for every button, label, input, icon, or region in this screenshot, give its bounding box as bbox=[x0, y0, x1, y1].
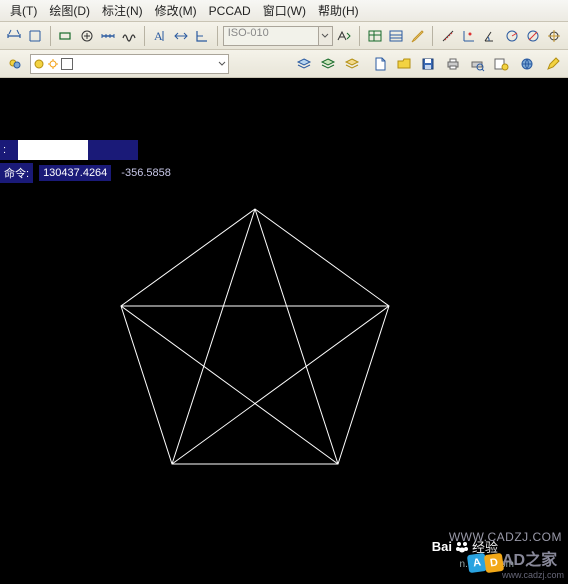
layer-stack3-icon[interactable] bbox=[341, 53, 363, 75]
badge-d-icon: D bbox=[484, 553, 504, 573]
dimstyle-select[interactable]: ISO-010 bbox=[223, 26, 333, 46]
layer-stack1-icon[interactable] bbox=[293, 53, 315, 75]
callout-icon[interactable] bbox=[408, 25, 427, 47]
drawing-content bbox=[0, 78, 568, 584]
menu-window[interactable]: 窗口(W) bbox=[257, 0, 312, 21]
menu-tools[interactable]: 具(T) bbox=[4, 0, 43, 21]
layer-sun-icon bbox=[47, 58, 59, 70]
dim-continue-icon[interactable] bbox=[98, 25, 117, 47]
table-green-icon[interactable] bbox=[365, 25, 384, 47]
dim-wave-icon[interactable] bbox=[120, 25, 139, 47]
dim-circle-plus-icon[interactable] bbox=[77, 25, 96, 47]
menu-help[interactable]: 帮助(H) bbox=[312, 0, 365, 21]
menu-pccad[interactable]: PCCAD bbox=[203, 2, 257, 20]
dim-diameter-icon[interactable] bbox=[523, 25, 542, 47]
new-file-icon[interactable] bbox=[369, 53, 391, 75]
layer-file-toolbar bbox=[0, 50, 568, 78]
menu-draw[interactable]: 绘图(D) bbox=[43, 0, 96, 21]
dim-linear-icon[interactable] bbox=[4, 25, 23, 47]
dimstyle-name: ISO-010 bbox=[223, 26, 319, 46]
dimension-toolbar: A ISO-010 bbox=[0, 22, 568, 50]
layer-stack2-icon[interactable] bbox=[317, 53, 339, 75]
chevron-down-icon bbox=[218, 60, 226, 68]
layer-light-icon[interactable] bbox=[4, 53, 26, 75]
dim-baseline-icon[interactable] bbox=[171, 25, 190, 47]
layer-color-swatch bbox=[61, 58, 73, 70]
measure-tool-icon[interactable] bbox=[438, 25, 457, 47]
coord-tool-icon[interactable] bbox=[459, 25, 478, 47]
save-file-icon[interactable] bbox=[417, 53, 439, 75]
dim-center-icon[interactable] bbox=[545, 25, 564, 47]
menu-annotate[interactable]: 标注(N) bbox=[96, 0, 149, 21]
plot-settings-icon[interactable] bbox=[490, 53, 512, 75]
edit-pencil-icon[interactable] bbox=[542, 53, 564, 75]
dim-update-icon[interactable] bbox=[335, 25, 354, 47]
layer-bulb-icon bbox=[33, 58, 45, 70]
layer-dropdown[interactable] bbox=[30, 54, 229, 74]
dim-angular-icon[interactable] bbox=[481, 25, 500, 47]
menu-bar: 具(T) 绘图(D) 标注(N) 修改(M) PCCAD 窗口(W) 帮助(H) bbox=[0, 0, 568, 22]
cadzj-watermark: A D AD之家 www.cadzj.com bbox=[468, 546, 564, 580]
svg-text:A: A bbox=[154, 29, 163, 43]
table-blue-icon[interactable] bbox=[386, 25, 405, 47]
globe-icon[interactable] bbox=[516, 53, 538, 75]
text-tool-icon[interactable]: A bbox=[150, 25, 169, 47]
dim-ordinate-icon[interactable] bbox=[193, 25, 212, 47]
dim-box-icon[interactable] bbox=[56, 25, 75, 47]
brand-text: AD之家 bbox=[502, 552, 557, 569]
drawing-canvas[interactable]: : 命令: 130437.4264 -356.5858 WWW.CADZJ.CO… bbox=[0, 78, 568, 584]
chevron-down-icon[interactable] bbox=[319, 26, 333, 46]
menu-modify[interactable]: 修改(M) bbox=[149, 0, 203, 21]
brand-url: www.cadzj.com bbox=[502, 570, 564, 580]
print-icon[interactable] bbox=[442, 53, 464, 75]
print-preview-icon[interactable] bbox=[466, 53, 488, 75]
dim-radius-icon[interactable] bbox=[502, 25, 521, 47]
open-file-icon[interactable] bbox=[393, 53, 415, 75]
dim-aligned-icon[interactable] bbox=[25, 25, 44, 47]
